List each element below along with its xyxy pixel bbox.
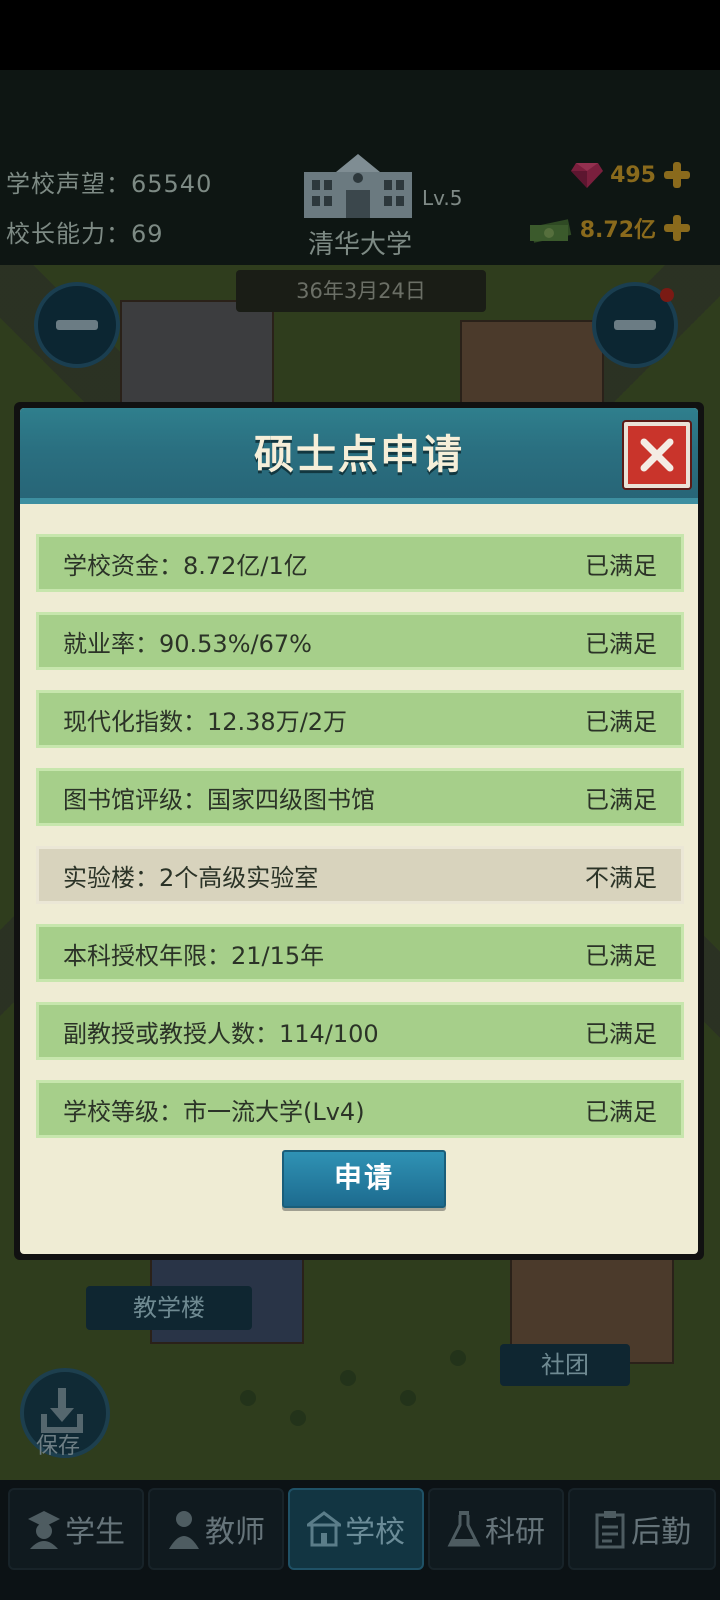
requirement-status: 已满足 xyxy=(585,1097,657,1126)
school-level: Lv.5 xyxy=(422,186,463,210)
requirement-row: 学校等级：市一流大学(Lv4) 已满足 xyxy=(36,1080,684,1138)
close-icon xyxy=(640,438,674,472)
requirement-row: 图书馆评级：国家四级图书馆 已满足 xyxy=(36,768,684,826)
requirement-text: 副教授或教授人数：114/100 xyxy=(63,1019,379,1048)
requirement-row: 现代化指数：12.38万/2万 已满足 xyxy=(36,690,684,748)
gem-icon xyxy=(571,163,604,188)
requirement-row: 副教授或教授人数：114/100 已满足 xyxy=(36,1002,684,1060)
teacher-icon xyxy=(169,1511,199,1549)
tab-label: 后勤 xyxy=(631,1515,691,1550)
money-resource: 8.72亿 xyxy=(528,212,692,244)
close-button[interactable] xyxy=(624,422,690,488)
flask-icon xyxy=(447,1511,481,1547)
ability-value: 69 xyxy=(131,220,164,248)
masters-application-dialog: 硕士点申请 学校资金：8.72亿/1亿 已满足 就业率：90.53%/67% 已… xyxy=(14,402,704,1260)
tab-students[interactable]: 学生 xyxy=(8,1488,144,1570)
dialog-body: 硕士点申请 学校资金：8.72亿/1亿 已满足 就业率：90.53%/67% 已… xyxy=(20,408,698,1254)
minus-icon xyxy=(614,320,656,330)
tab-label: 科研 xyxy=(485,1515,545,1550)
reputation-value: 65540 xyxy=(131,170,213,198)
notification-dot xyxy=(660,288,674,302)
requirement-text: 图书馆评级：国家四级图书馆 xyxy=(63,785,375,814)
requirement-text: 现代化指数：12.38万/2万 xyxy=(63,707,348,736)
reputation-stat: 学校声望：65540 xyxy=(6,164,212,199)
dialog-title: 硕士点申请 xyxy=(254,432,464,478)
zoom-out-button-right[interactable] xyxy=(592,282,678,368)
tab-school[interactable]: 学校 xyxy=(288,1488,424,1570)
school-icon xyxy=(307,1511,341,1547)
requirement-text: 实验楼：2个高级实验室 xyxy=(63,863,319,892)
requirement-status: 已满足 xyxy=(585,941,657,970)
tab-label: 学校 xyxy=(345,1515,405,1550)
map-tree xyxy=(450,1350,466,1366)
requirement-row-unmet: 实验楼：2个高级实验室 不满足 xyxy=(36,846,684,904)
requirement-status: 不满足 xyxy=(585,863,657,892)
tab-label: 学生 xyxy=(65,1515,125,1550)
tab-label: 教师 xyxy=(205,1515,265,1550)
requirement-text: 本科授权年限：21/15年 xyxy=(63,941,325,970)
requirement-status: 已满足 xyxy=(585,785,657,814)
ability-stat: 校长能力：69 xyxy=(6,214,164,249)
money-amount: 8.72亿 xyxy=(579,218,656,243)
map-tree xyxy=(290,1410,306,1426)
game-date: 36年3月24日 xyxy=(236,270,486,312)
reputation-label: 学校声望： xyxy=(6,170,131,198)
gem-amount: 495 xyxy=(610,162,656,188)
minus-icon xyxy=(56,320,98,330)
requirement-text: 就业率：90.53%/67% xyxy=(63,629,312,658)
requirement-row: 本科授权年限：21/15年 已满足 xyxy=(36,924,684,982)
requirements-list: 学校资金：8.72亿/1亿 已满足 就业率：90.53%/67% 已满足 现代化… xyxy=(36,534,684,1158)
map-building xyxy=(460,320,604,414)
requirement-status: 已满足 xyxy=(585,551,657,580)
cash-icon xyxy=(529,219,571,243)
map-tree xyxy=(240,1390,256,1406)
save-label: 保存 xyxy=(36,1434,81,1459)
tab-logistics[interactable]: 后勤 xyxy=(568,1488,716,1570)
gem-resource: 495 xyxy=(570,160,692,190)
apply-button[interactable]: 申请 xyxy=(282,1150,446,1208)
tab-research[interactable]: 科研 xyxy=(428,1488,564,1570)
school-building-icon[interactable] xyxy=(300,150,416,220)
add-gems-icon[interactable] xyxy=(662,160,692,190)
clipboard-icon xyxy=(595,1511,625,1549)
requirement-row: 就业率：90.53%/67% 已满足 xyxy=(36,612,684,670)
club-label[interactable]: 社团 xyxy=(500,1344,630,1386)
tab-teachers[interactable]: 教师 xyxy=(148,1488,284,1570)
student-icon xyxy=(28,1511,60,1549)
add-money-icon[interactable] xyxy=(662,213,692,243)
requirement-status: 已满足 xyxy=(585,707,657,736)
teaching-building-label[interactable]: 教学楼 xyxy=(86,1286,252,1330)
requirement-text: 学校资金：8.72亿/1亿 xyxy=(63,551,308,580)
requirement-status: 已满足 xyxy=(585,1019,657,1048)
map-tree xyxy=(340,1370,356,1386)
map-tree xyxy=(400,1390,416,1406)
requirement-status: 已满足 xyxy=(585,629,657,658)
zoom-out-button-left[interactable] xyxy=(34,282,120,368)
ability-label: 校长能力： xyxy=(6,220,131,248)
status-bar xyxy=(0,0,720,70)
requirement-text: 学校等级：市一流大学(Lv4) xyxy=(63,1097,365,1126)
school-name: 清华大学 xyxy=(307,230,412,260)
requirement-row: 学校资金：8.72亿/1亿 已满足 xyxy=(36,534,684,592)
